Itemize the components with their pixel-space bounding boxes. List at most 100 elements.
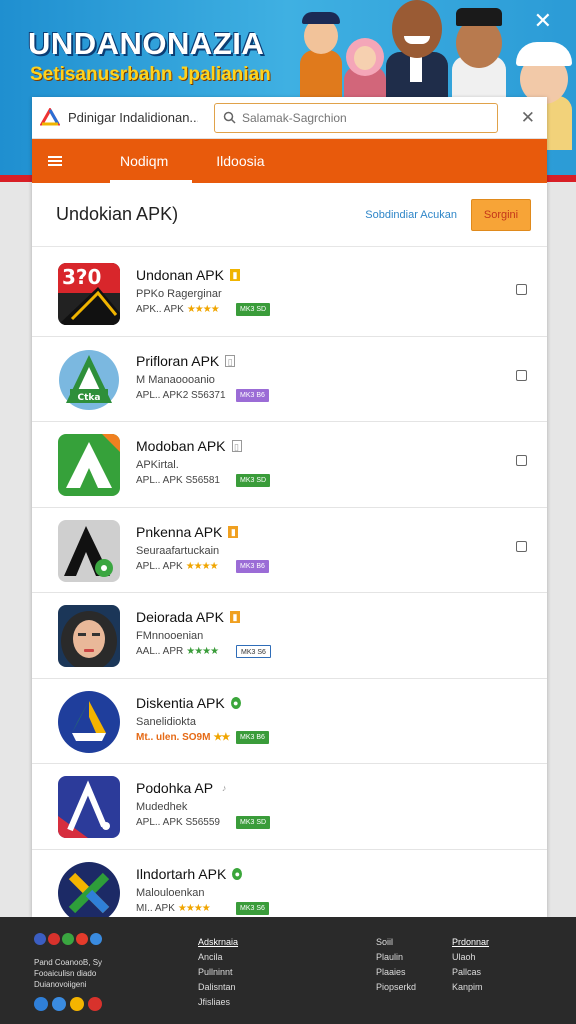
app-meta: APL.. APK ★★★★ [136,560,219,572]
app-list: 3?0 Undonan APK ▮ PPKo Ragerginar APK.. … [32,251,547,935]
tab-nodiqm[interactable]: Nodiqm [96,139,193,183]
footer-link[interactable]: Pullninnt [198,965,238,980]
footer-link[interactable]: Kanpim [452,980,489,995]
app-meta: Mt.. ulen. SO9M ★★ [136,731,230,743]
app-meta: AAL.. APR ★★★★ [136,646,219,657]
select-checkbox[interactable] [516,284,527,295]
app-meta: APL.. APK S56581 [136,475,220,486]
app-developer: FMnnooenian [136,630,204,642]
footer-link[interactable]: Prdonnar [452,935,489,950]
app-title: Undonan APK ▮ [136,267,240,283]
star-rating: ★★★★ [186,304,220,315]
header-link[interactable]: Sobdindiar Acukan [365,209,457,221]
character-police [296,8,346,98]
footer-link[interactable]: Ulaoh [452,950,489,965]
social-links [34,933,102,945]
app-title: Podohka AP ♪ [136,780,229,796]
app-meta: APL.. APK2 S56371 [136,389,226,401]
banner-subtitle: Setisanusrbahn Jpalianian [30,64,271,85]
list-item[interactable]: Pnkenna APK ▮ Seuraafartuckain APL.. APK… [32,508,547,593]
page-title: Undokian APK) [56,204,179,224]
tag-icon: ▮ [229,611,240,623]
social-icon[interactable] [34,933,46,945]
footer-link[interactable]: Plaaies [376,965,416,980]
status-badge: MK3 SD [236,816,271,829]
footer-link[interactable]: Piopserkd [376,980,416,995]
top-bar: Pdinigar Indalidionan... ✕ [32,97,547,139]
search-input[interactable] [242,110,482,125]
footer-link[interactable]: Jfisliaes [198,995,238,1010]
app-meta: MI.. APK ★★★★ [136,902,211,914]
footer-link[interactable]: Plaulin [376,950,416,965]
app-title: Ilndortarh APK ● [136,866,243,882]
tag-icon: ♪ [221,783,227,793]
list-item[interactable]: Podohka AP ♪ Mudedhek APL.. APK S56559 M… [32,764,547,850]
signin-button[interactable]: Sorgini [471,198,531,231]
tab-ildoosia[interactable]: Ildoosia [216,139,264,183]
store-icon[interactable] [88,997,102,1011]
app-developer: Sanelidiokta [136,715,196,728]
app-title: Pnkenna APK ▮ [136,524,239,540]
app-icon-undonan: 3?0 [58,263,120,325]
footer-link[interactable]: Dalisntan [198,980,238,995]
footer-note: Pand CoanooB, Sy Fooaiculisn diado Duian… [34,958,103,989]
social-icon[interactable] [48,933,60,945]
store-icon[interactable] [52,997,66,1011]
footer-link[interactable]: Adskrnaia [198,935,238,950]
close-icon[interactable]: ✕ [521,108,535,128]
search-bar[interactable] [214,102,498,133]
status-badge: MK3 SD [236,303,271,316]
app-developer: Seuraafartuckain [136,544,220,557]
footer-link[interactable]: Soiil [376,935,416,950]
status-badge: MK3 S6 [236,645,271,658]
app-title: Prifloran APK ▯ [136,353,236,369]
list-item[interactable]: Modoban APK ▯ APKirtal. APL.. APK S56581… [32,422,547,508]
star-rating: ★★★★ [177,902,211,914]
app-icon-deiorada [58,605,120,667]
social-icon[interactable] [76,933,88,945]
tag-icon: ● [230,696,241,709]
app-icon-prifloran: Ctka [58,348,120,411]
footer-link[interactable]: Pallcas [452,965,489,980]
app-name: Pdinigar Indalidionan... [68,110,198,125]
app-developer: PPKo Ragerginar [136,288,222,300]
tag-icon: ▯ [231,440,242,452]
list-item[interactable]: Diskentia APK ● Sanelidiokta Mt.. ulen. … [32,679,547,764]
svg-text:Ctka: Ctka [78,393,101,403]
status-badge: MK3 SD [236,474,271,487]
status-badge: MK3 B6 [236,559,269,573]
menu-icon[interactable] [48,156,62,166]
select-checkbox[interactable] [516,369,527,381]
list-item[interactable]: Ctka Prifloran APK ▯ M Manaoooanio APL..… [32,337,547,422]
store-icon[interactable] [70,997,84,1011]
search-icon [223,111,236,124]
store-icon[interactable] [34,997,48,1011]
banner-title: UNDANONAZIA [28,26,265,61]
footer-column-2: Soiil Plaulin Plaaies Piopserkd [376,935,416,995]
app-icon-ilndortarh [58,861,120,924]
app-meta: APK.. APK ★★★★ [136,304,220,315]
app-developer: Mudedhek [136,801,188,813]
social-icon[interactable] [90,933,102,945]
status-badge: MK3 B6 [236,730,269,744]
status-badge: MK3 S6 [236,901,269,915]
list-item[interactable]: 3?0 Undonan APK ▮ PPKo Ragerginar APK.. … [32,251,547,337]
footer-link[interactable]: Ancila [198,950,238,965]
list-item[interactable]: Deiorada APK ▮ FMnnooenian AAL.. APR ★★★★… [32,593,547,679]
app-developer: Malouloenkan [136,886,205,899]
banner-close-button[interactable]: ✕ [534,8,552,34]
character-man-peci [448,6,510,100]
star-rating: ★★★★ [186,646,219,657]
tag-icon: ▮ [228,525,239,538]
nav-bar: Nodiqm Ildoosia [32,139,547,183]
app-icon-diskentia [58,690,120,753]
select-checkbox[interactable] [516,455,527,466]
app-title: Deiorada APK ▮ [136,609,240,625]
app-developer: M Manaoooanio [136,373,215,386]
app-title: Diskentia APK ● [136,695,241,711]
tag-icon: ▮ [229,269,240,281]
app-meta: APL.. APK S56559 [136,817,220,828]
app-icon-pnkenna [58,519,120,582]
social-icon[interactable] [62,933,74,945]
select-checkbox[interactable] [516,540,527,552]
